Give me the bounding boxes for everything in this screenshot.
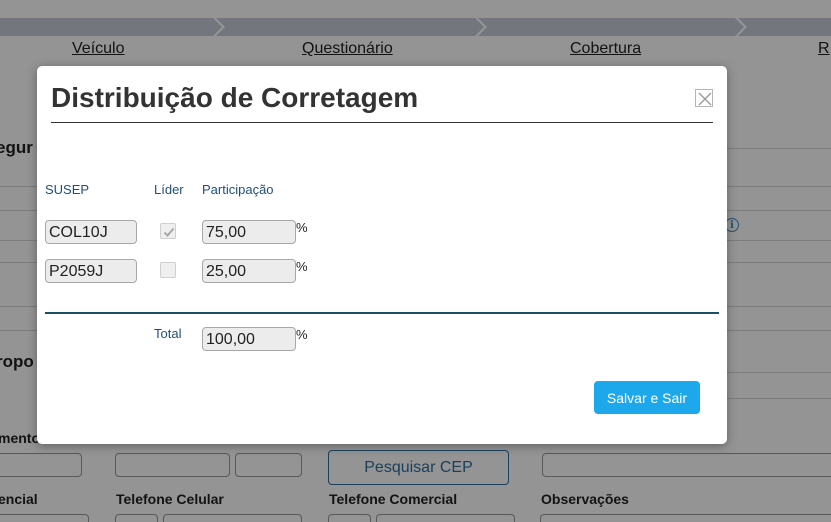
check-icon — [163, 227, 175, 237]
corretagem-modal: Distribuição de Corretagem SUSEP Líder P… — [37, 66, 727, 444]
lider-checkbox[interactable] — [160, 262, 176, 278]
susep-field[interactable] — [45, 220, 137, 244]
column-header-susep: SUSEP — [45, 182, 90, 197]
close-icon — [698, 92, 712, 106]
save-and-exit-button[interactable]: Salvar e Sair — [594, 381, 700, 414]
lider-checkbox[interactable] — [160, 223, 176, 239]
percent-sign: % — [296, 259, 308, 274]
participacao-field[interactable] — [202, 220, 296, 244]
susep-field[interactable] — [45, 259, 137, 283]
percent-sign: % — [296, 220, 308, 235]
title-divider — [51, 122, 713, 123]
close-button[interactable] — [695, 89, 713, 107]
percent-sign: % — [296, 327, 308, 342]
participacao-field[interactable] — [202, 259, 296, 283]
total-divider — [45, 312, 719, 314]
column-header-participacao: Participação — [202, 182, 274, 197]
modal-title: Distribuição de Corretagem — [51, 82, 419, 113]
total-label: Total — [154, 326, 182, 341]
total-field — [202, 327, 296, 351]
column-header-lider: Líder — [154, 182, 184, 197]
